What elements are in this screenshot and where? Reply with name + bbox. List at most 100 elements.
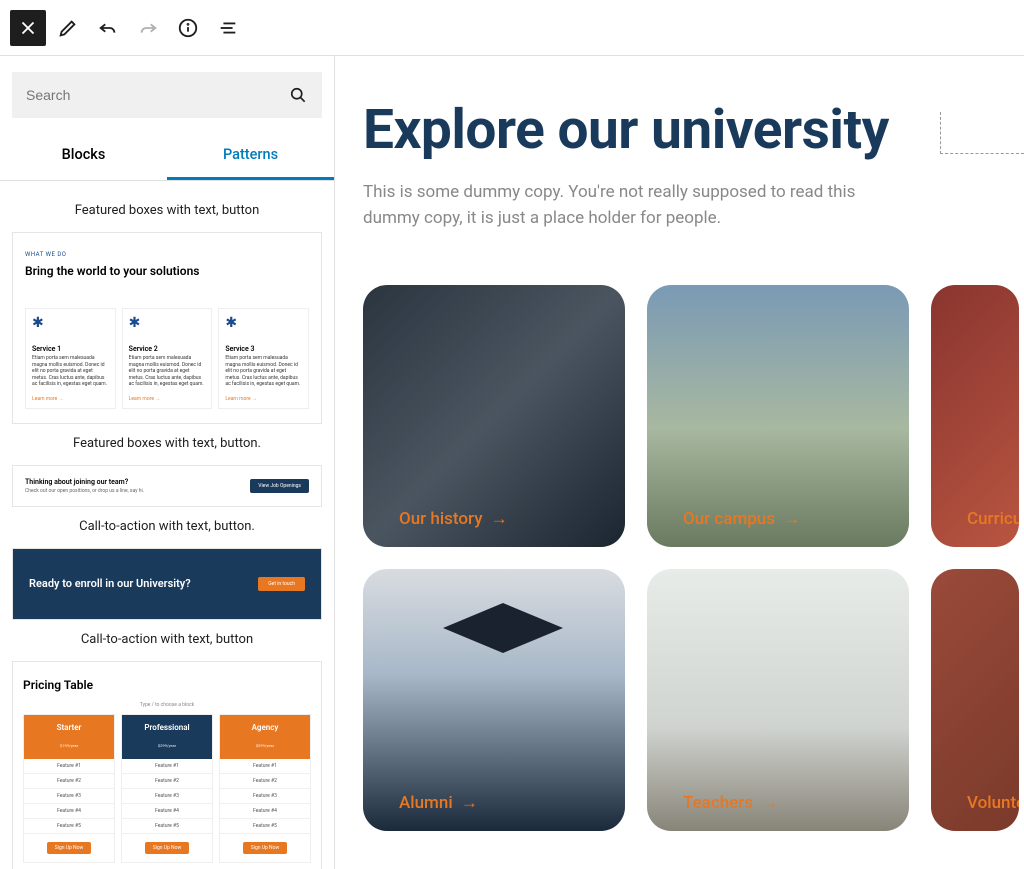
plan-feature: Feature #3 (122, 789, 212, 804)
card-label: Alumni → (399, 793, 478, 813)
plan-feature: Feature #5 (122, 819, 212, 834)
plan-feature: Feature #5 (220, 819, 310, 834)
pattern-eyebrow: WHAT WE DO (25, 251, 309, 258)
service-card: ✱ Service 2 Etiam porta sem malesuada ma… (122, 308, 213, 409)
pricing-subtitle: Type / to choose a block (23, 702, 311, 708)
tab-blocks[interactable]: Blocks (0, 132, 167, 180)
pattern-title: Featured boxes with text, button. (12, 436, 322, 451)
redo-button[interactable] (130, 10, 166, 46)
arrow-icon: → (491, 509, 508, 529)
service-title: Service 2 (129, 345, 206, 353)
pattern-title: Featured boxes with text, button (12, 203, 322, 218)
plan-feature: Feature #3 (220, 789, 310, 804)
plan-feature: Feature #4 (220, 804, 310, 819)
pricing-card: Professional $299/year Feature #1 Feature… (121, 714, 213, 863)
close-icon (17, 17, 39, 39)
service-text: Etiam porta sem malesuada magna mollis e… (32, 355, 109, 388)
signup-button: Sign Up Now (47, 842, 91, 854)
plan-name: Professional (126, 723, 208, 732)
card-label: Our campus → (683, 509, 800, 529)
card-curriculum[interactable]: Curriculum → (931, 285, 1019, 547)
pattern-pricing-table[interactable]: Pricing Table Type / to choose a block S… (12, 661, 322, 869)
info-button[interactable] (170, 10, 206, 46)
card-label: Volunteer → (967, 793, 1019, 813)
service-text: Etiam porta sem malesuada magna mollis e… (129, 355, 206, 388)
pattern-title: Call-to-action with text, button. (12, 519, 322, 534)
plan-feature: Feature #3 (24, 789, 114, 804)
list-view-button[interactable] (210, 10, 246, 46)
card-volunteer[interactable]: Volunteer → (931, 569, 1019, 831)
plan-name: Starter (28, 723, 110, 732)
asterisk-icon: ✱ (32, 315, 109, 331)
card-label: Our history → (399, 509, 508, 529)
cta-button: View Job Openings (250, 479, 309, 493)
inserter-tabs: Blocks Patterns (0, 132, 334, 181)
plan-feature: Feature #2 (24, 774, 114, 789)
redo-icon (137, 17, 159, 39)
service-title: Service 1 (32, 345, 109, 353)
pricing-card: Agency $399/year Feature #1 Feature #2 Fe… (219, 714, 311, 863)
card-label: Teachers → (683, 793, 778, 813)
card-our-history[interactable]: Our history → (363, 285, 625, 547)
plan-price: $299/year (158, 743, 176, 748)
service-link: Learn more → (225, 396, 302, 402)
pattern-title: Call-to-action with text, button (12, 632, 322, 647)
arrow-icon: → (783, 509, 800, 529)
plan-price: $199/year (60, 743, 78, 748)
card-alumni[interactable]: Alumni → (363, 569, 625, 831)
plan-feature: Feature #1 (122, 759, 212, 774)
inserter-sidebar: Blocks Patterns Featured boxes with text… (0, 56, 335, 869)
page-title[interactable]: Explore our university (363, 98, 1024, 162)
arrow-icon: → (761, 793, 778, 813)
plan-feature: Feature #2 (122, 774, 212, 789)
editor-toolbar (0, 0, 1024, 56)
cta-text: Check out our open positions, or drop us… (25, 488, 144, 494)
plan-name: Agency (224, 723, 306, 732)
service-card: ✱ Service 3 Etiam porta sem malesuada ma… (218, 308, 309, 409)
plan-feature: Feature #4 (122, 804, 212, 819)
card-our-campus[interactable]: Our campus → (647, 285, 909, 547)
cta-button: Get in touch (258, 577, 305, 591)
service-title: Service 3 (225, 345, 302, 353)
edit-icon (57, 17, 79, 39)
cta-heading: Thinking about joining our team? (25, 478, 144, 486)
page-subtext[interactable]: This is some dummy copy. You're not real… (363, 180, 913, 231)
info-icon (177, 17, 199, 39)
editor-canvas[interactable]: Explore our university This is some dumm… (335, 56, 1024, 869)
service-text: Etiam porta sem malesuada magna mollis e… (225, 355, 302, 388)
asterisk-icon: ✱ (129, 315, 206, 331)
card-label: Curriculum → (967, 509, 1019, 529)
pattern-heading: Bring the world to your solutions (25, 264, 309, 278)
cta-heading: Ready to enroll in our University? (29, 577, 191, 591)
plan-price: $399/year (256, 743, 274, 748)
undo-button[interactable] (90, 10, 126, 46)
undo-icon (97, 17, 119, 39)
search-box[interactable] (12, 72, 322, 118)
editor-main: Blocks Patterns Featured boxes with text… (0, 56, 1024, 869)
service-link: Learn more → (129, 396, 206, 402)
plan-feature: Feature #1 (24, 759, 114, 774)
search-icon (288, 85, 308, 105)
plan-feature: Feature #4 (24, 804, 114, 819)
signup-button: Sign Up Now (145, 842, 189, 854)
close-button[interactable] (10, 10, 46, 46)
tab-patterns[interactable]: Patterns (167, 132, 334, 180)
pricing-heading: Pricing Table (23, 678, 311, 692)
signup-button: Sign Up Now (243, 842, 287, 854)
pattern-featured-boxes[interactable]: WHAT WE DO Bring the world to your solut… (12, 232, 322, 424)
pattern-cta-small[interactable]: Thinking about joining our team? Check o… (12, 465, 322, 507)
pattern-cta-large[interactable]: Ready to enroll in our University? Get i… (12, 548, 322, 620)
edit-button[interactable] (50, 10, 86, 46)
search-input[interactable] (26, 87, 288, 103)
service-link: Learn more → (32, 396, 109, 402)
card-grid: Our history → Alumni → Our campus → Teac… (363, 285, 1024, 831)
plan-feature: Feature #5 (24, 819, 114, 834)
service-card: ✱ Service 1 Etiam porta sem malesuada ma… (25, 308, 116, 409)
pattern-list: Featured boxes with text, button WHAT WE… (0, 181, 334, 869)
card-teachers[interactable]: Teachers → (647, 569, 909, 831)
pricing-card: Starter $199/year Feature #1 Feature #2 F… (23, 714, 115, 863)
asterisk-icon: ✱ (225, 315, 302, 331)
plan-feature: Feature #1 (220, 759, 310, 774)
plan-feature: Feature #2 (220, 774, 310, 789)
list-icon (217, 17, 239, 39)
